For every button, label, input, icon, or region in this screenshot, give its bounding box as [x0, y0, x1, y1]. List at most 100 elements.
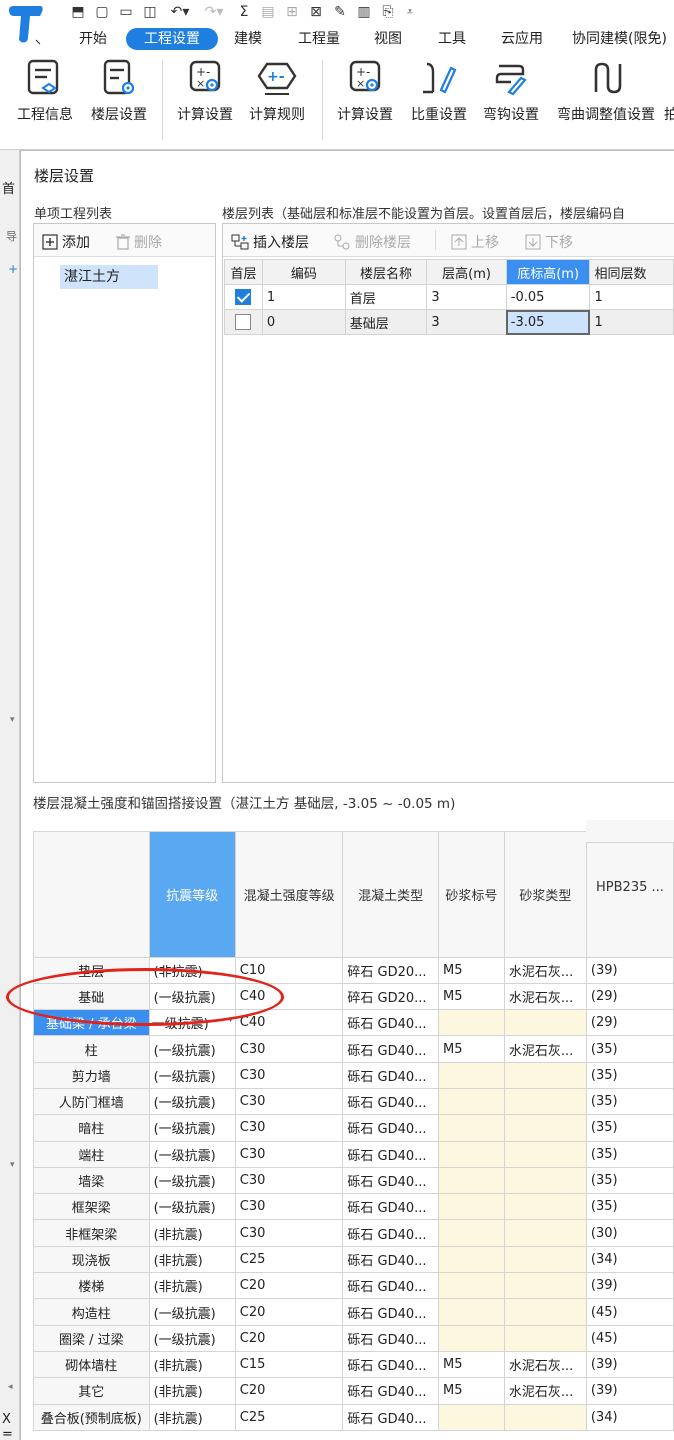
- component-name-cell[interactable]: 墙梁: [33, 1166, 150, 1195]
- floor-code[interactable]: 1: [261, 284, 346, 310]
- component-name-cell[interactable]: 暗柱: [33, 1114, 150, 1142]
- table-row[interactable]: 框架梁 (一级抗震) C30 砾石 GD40... (35): [33, 1193, 674, 1221]
- new-file-icon[interactable]: ▢: [92, 3, 112, 21]
- concrete-grade-cell[interactable]: C30: [234, 1114, 344, 1142]
- concrete-type-cell[interactable]: 砾石 GD40...: [342, 1087, 439, 1116]
- mortar-grade-cell[interactable]: [438, 1061, 505, 1089]
- component-name-cell[interactable]: 端柱: [33, 1140, 150, 1168]
- mortar-grade-cell[interactable]: M5: [438, 1035, 505, 1063]
- concrete-grade-cell[interactable]: C30: [234, 1140, 344, 1168]
- calc-rules-button[interactable]: +- 计算规则: [240, 58, 314, 126]
- table-row[interactable]: 现浇板 (非抗震) C25 砾石 GD40... (34): [33, 1245, 674, 1274]
- concrete-type-cell[interactable]: 砾石 GD40...: [342, 1272, 439, 1300]
- hpb235-anchor-cell[interactable]: (29): [585, 1009, 674, 1037]
- floor-height[interactable]: 3: [426, 309, 507, 335]
- mortar-type-cell[interactable]: 水泥石灰...: [503, 956, 587, 984]
- hpb235-anchor-cell[interactable]: (45): [585, 1298, 674, 1326]
- mortar-type-cell[interactable]: [503, 1403, 587, 1431]
- mortar-type-cell[interactable]: [503, 1298, 587, 1326]
- seismic-grade-cell[interactable]: (一级抗震): [148, 1193, 236, 1221]
- tab-tools[interactable]: 工具: [430, 28, 474, 50]
- density-settings-button[interactable]: 比重设置: [404, 58, 474, 126]
- component-name-cell[interactable]: 人防门框墙: [33, 1087, 150, 1116]
- concrete-type-cell[interactable]: 碎石 GD20...: [342, 982, 439, 1011]
- seismic-grade-cell[interactable]: (非抗震): [148, 1403, 236, 1431]
- component-name-cell[interactable]: 砌体墙柱: [33, 1350, 150, 1379]
- mortar-grade-cell[interactable]: [438, 1298, 505, 1326]
- concrete-type-cell[interactable]: 砾石 GD40...: [342, 1324, 439, 1352]
- concrete-grade-cell[interactable]: C20: [234, 1324, 344, 1352]
- table-row[interactable]: 端柱 (一级抗震) C30 砾石 GD40... (35): [33, 1140, 674, 1168]
- save-icon[interactable]: ⬒: [68, 3, 88, 21]
- seismic-grade-cell[interactable]: (一级抗震): [148, 1298, 236, 1326]
- mortar-grade-cell[interactable]: M5: [438, 1350, 505, 1379]
- first-floor-checkbox-cell[interactable]: [224, 309, 263, 335]
- component-name-cell[interactable]: 基础: [33, 982, 150, 1011]
- floor-name[interactable]: 首层: [344, 284, 428, 310]
- floor-code[interactable]: 0: [261, 309, 346, 335]
- seismic-grade-cell[interactable]: (一级抗震): [148, 1087, 236, 1116]
- col-code[interactable]: 编码: [261, 259, 346, 285]
- mortar-type-cell[interactable]: [503, 1272, 587, 1300]
- component-name-cell[interactable]: 其它: [33, 1377, 150, 1405]
- table-row[interactable]: 叠合板(预制底板) (非抗震) C25 砾石 GD40... (34): [33, 1403, 674, 1431]
- tab-cloud[interactable]: 云应用: [492, 28, 552, 50]
- concrete-type-cell[interactable]: 砾石 GD40...: [342, 1166, 439, 1195]
- mortar-grade-cell[interactable]: [438, 1114, 505, 1142]
- hpb235-anchor-cell[interactable]: (35): [585, 1114, 674, 1142]
- hpb235-anchor-cell[interactable]: (35): [585, 1035, 674, 1063]
- component-name-cell[interactable]: 非框架梁: [33, 1219, 150, 1247]
- mortar-grade-cell[interactable]: M5: [438, 956, 505, 984]
- mortar-type-cell[interactable]: [503, 1009, 587, 1037]
- hpb235-anchor-cell[interactable]: (39): [585, 1272, 674, 1300]
- project-info-button[interactable]: 工程信息: [10, 58, 80, 126]
- mortar-type-cell[interactable]: [503, 1245, 587, 1274]
- table-row[interactable]: 0 基础层 3 -3.05 1: [224, 309, 674, 335]
- hpb235-anchor-cell[interactable]: (45): [585, 1324, 674, 1352]
- mortar-grade-cell[interactable]: M5: [438, 982, 505, 1011]
- seismic-grade-cell[interactable]: (一级抗震): [148, 1061, 236, 1089]
- seismic-grade-cell[interactable]: (一级抗震): [148, 1324, 236, 1352]
- project-item[interactable]: 湛江土方: [60, 265, 158, 289]
- concrete-type-cell[interactable]: 砾石 GD40...: [342, 1061, 439, 1089]
- floor-settings-button[interactable]: 楼层设置: [84, 58, 154, 126]
- rebar-calc-settings-button[interactable]: +- × 计算设置: [330, 58, 400, 126]
- seismic-grade-cell[interactable]: (非抗震): [148, 1350, 236, 1379]
- floor-height[interactable]: 3: [426, 284, 507, 310]
- add-project-button[interactable]: 添加: [42, 232, 90, 252]
- concrete-type-cell[interactable]: 砾石 GD40...: [342, 1245, 439, 1274]
- report-icon[interactable]: ▤: [258, 3, 278, 21]
- mortar-type-cell[interactable]: [503, 1324, 587, 1352]
- concrete-type-cell[interactable]: 砾石 GD40...: [342, 1114, 439, 1142]
- table-row[interactable]: 砌体墙柱 (非抗震) C15 砾石 GD40... M5 水泥石灰... (39): [33, 1350, 674, 1379]
- concrete-grade-cell[interactable]: C25: [234, 1403, 344, 1431]
- table-row[interactable]: 1 首层 3 -0.05 1: [224, 284, 674, 310]
- mortar-grade-cell[interactable]: [438, 1245, 505, 1274]
- concrete-type-cell[interactable]: 砾石 GD40...: [342, 1219, 439, 1247]
- concrete-grade-cell[interactable]: C30: [234, 1193, 344, 1221]
- first-floor-checkbox[interactable]: [235, 289, 252, 305]
- table-row[interactable]: 垫层 (非抗震) C10 碎石 GD20... M5 水泥石灰... (39): [33, 956, 674, 984]
- hpb235-anchor-cell[interactable]: (39): [585, 1350, 674, 1379]
- table-row[interactable]: 人防门框墙 (一级抗震) C30 砾石 GD40... (35): [33, 1087, 674, 1116]
- concrete-grade-cell[interactable]: C30: [234, 1061, 344, 1089]
- table-row[interactable]: 其它 (非抗震) C20 砾石 GD40... M5 水泥石灰... (39): [33, 1377, 674, 1405]
- concrete-grade-cell[interactable]: C20: [234, 1298, 344, 1326]
- hpb235-anchor-cell[interactable]: (35): [585, 1166, 674, 1195]
- mortar-type-cell[interactable]: [503, 1140, 587, 1168]
- grid-icon[interactable]: ⊞: [282, 3, 302, 21]
- col-first-floor[interactable]: 首层: [224, 259, 263, 285]
- background-add-icon[interactable]: +: [8, 262, 18, 276]
- floor-same-count[interactable]: 1: [589, 309, 674, 335]
- seismic-grade-cell[interactable]: (非抗震): [148, 956, 236, 984]
- tab-project-settings[interactable]: 工程设置: [126, 28, 218, 50]
- concrete-grade-cell[interactable]: C15: [234, 1350, 344, 1379]
- table-row[interactable]: 墙梁 (一级抗震) C30 砾石 GD40... (35): [33, 1166, 674, 1195]
- seismic-grade-cell[interactable]: (一级抗震): [148, 1140, 236, 1168]
- more-ribbon-button[interactable]: 拍: [664, 58, 674, 126]
- undo-icon[interactable]: ↶▾: [166, 3, 194, 21]
- component-name-cell[interactable]: 现浇板: [33, 1245, 150, 1274]
- col-seismic-grade[interactable]: 抗震等级: [148, 830, 236, 958]
- concrete-type-cell[interactable]: 砾石 GD40...: [342, 1350, 439, 1379]
- collapse-arrow-icon[interactable]: ▾: [10, 1160, 15, 1170]
